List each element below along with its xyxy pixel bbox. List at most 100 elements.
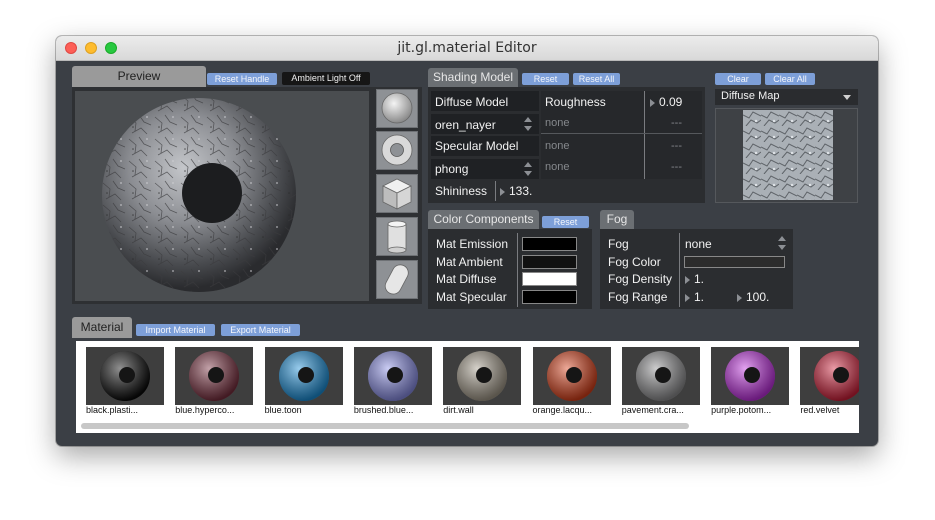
- material-preset-name: dirt.wall: [443, 405, 474, 415]
- mat-emission-swatch[interactable]: [522, 237, 577, 251]
- material-preset-name: blue.toon: [264, 405, 302, 415]
- color-reset-button[interactable]: Reset: [542, 216, 589, 228]
- torus-shape-button[interactable]: [376, 131, 418, 170]
- shininess-label: Shininess: [435, 184, 488, 198]
- param-name: none: [545, 161, 570, 173]
- mat-specular-swatch[interactable]: [522, 290, 577, 304]
- mat-specular-label: Mat Specular: [436, 290, 507, 304]
- torus-icon: [457, 351, 508, 401]
- fog-density-label: Fog Density: [608, 272, 673, 286]
- fog-range-end-number[interactable]: 100.: [737, 290, 769, 304]
- torus-icon: [381, 134, 413, 166]
- material-preset-thumbnail[interactable]: [711, 347, 790, 405]
- mat-diffuse-swatch[interactable]: [522, 272, 577, 286]
- material-preset-name: brushed.blue...: [353, 405, 414, 415]
- window-title: jit.gl.material Editor: [397, 40, 537, 56]
- material-preset-thumbnail[interactable]: [532, 347, 611, 405]
- number-arrow-icon: [685, 275, 690, 284]
- torus-icon: [635, 351, 686, 401]
- fog-stepper-icon[interactable]: [778, 236, 786, 250]
- shading-reset-button[interactable]: Reset: [522, 73, 569, 85]
- shape-selector: [376, 89, 418, 301]
- cube-shape-button[interactable]: [376, 174, 418, 213]
- fog-range-start-number[interactable]: 1.: [685, 290, 704, 304]
- torus-icon: [189, 351, 240, 401]
- material-preset-name: purple.potom...: [711, 405, 772, 415]
- mat-diffuse-label: Mat Diffuse: [436, 272, 497, 286]
- torus-hole: [182, 163, 242, 223]
- mat-ambient-swatch[interactable]: [522, 255, 577, 269]
- tab-preview[interactable]: Preview: [72, 66, 206, 87]
- title-bar: jit.gl.material Editor: [56, 36, 878, 61]
- cylinder-shape-button[interactable]: [376, 217, 418, 256]
- editor-window: jit.gl.material Editor Preview Reset Han…: [56, 36, 878, 446]
- fog-density-number[interactable]: 1.: [685, 272, 704, 286]
- tab-fog[interactable]: Fog: [600, 210, 634, 229]
- mat-emission-label: Mat Emission: [436, 237, 509, 251]
- torus-preview-render: [102, 98, 296, 292]
- import-material-button[interactable]: Import Material: [136, 324, 215, 336]
- specular-model-value: phong: [435, 162, 469, 176]
- torus-icon: [278, 351, 329, 401]
- torus-icon: [100, 351, 150, 401]
- torus-icon: [814, 351, 859, 401]
- fog-label: Fog: [608, 237, 629, 251]
- tab-material[interactable]: Material: [72, 317, 132, 338]
- dropdown-arrow-icon: [843, 95, 851, 100]
- material-preset-name: blue.hyperco...: [175, 405, 235, 415]
- fog-range-label: Fog Range: [608, 290, 668, 304]
- number-arrow-icon: [737, 293, 742, 302]
- mat-ambient-label: Mat Ambient: [436, 255, 503, 269]
- color-components-panel: Mat Emission Mat Ambient Mat Diffuse Mat…: [428, 229, 592, 309]
- param-name: none: [545, 140, 570, 152]
- material-preset-name: orange.lacqu...: [532, 405, 593, 415]
- specular-model-stepper-icon[interactable]: [524, 162, 532, 176]
- preview-panel: [72, 87, 422, 304]
- shininess-number[interactable]: 133.: [500, 184, 532, 198]
- reset-handle-button[interactable]: Reset Handle: [207, 73, 277, 85]
- material-preset-thumbnail[interactable]: [264, 347, 343, 405]
- material-preset-thumbnail[interactable]: [353, 347, 432, 405]
- shading-reset-all-button[interactable]: Reset All: [573, 73, 620, 85]
- texture-clear-all-button[interactable]: Clear All: [765, 73, 815, 85]
- number-arrow-icon: [685, 293, 690, 302]
- texture-clear-button[interactable]: Clear: [715, 73, 761, 85]
- tab-color-components[interactable]: Color Components: [428, 210, 539, 229]
- diffuse-model-stepper-icon[interactable]: [524, 117, 532, 131]
- tab-shading-model[interactable]: Shading Model: [428, 68, 518, 87]
- ambient-light-toggle[interactable]: Ambient Light Off: [282, 72, 370, 85]
- material-preset-thumbnail[interactable]: [86, 347, 164, 405]
- fog-color-label: Fog Color: [608, 255, 661, 269]
- param-name: Roughness: [545, 95, 606, 109]
- texture-preview-box[interactable]: [715, 108, 858, 203]
- param-value[interactable]: 0.09: [650, 95, 682, 109]
- preview-viewport[interactable]: [75, 91, 369, 301]
- shading-model-panel: Diffuse Model oren_nayer Specular Model …: [428, 87, 705, 203]
- param-name: none: [545, 117, 570, 129]
- cube-icon: [382, 178, 412, 210]
- sphere-icon: [381, 92, 413, 124]
- material-preset-thumbnail[interactable]: [800, 347, 859, 405]
- fog-panel: Fog none Fog Color Fog Density 1. Fog Ra…: [600, 229, 793, 309]
- material-preset-thumbnail[interactable]: [175, 347, 254, 405]
- diffuse-model-value: oren_nayer: [435, 118, 496, 132]
- material-preset-name: red.velvet: [800, 405, 840, 415]
- torus-icon: [546, 351, 597, 401]
- material-presets-strip: black.plasti... blue.hyperco... blue.toon b…: [76, 341, 859, 433]
- fog-select[interactable]: none: [685, 237, 712, 251]
- horizontal-scrollbar[interactable]: [81, 423, 689, 429]
- texture-map-select[interactable]: Diffuse Map: [715, 89, 858, 105]
- param-value: ---: [671, 140, 682, 152]
- material-preset-name: black.plasti...: [86, 405, 139, 415]
- sphere-shape-button[interactable]: [376, 89, 418, 128]
- param-value: ---: [671, 117, 682, 129]
- torus-icon: [725, 351, 776, 401]
- export-material-button[interactable]: Export Material: [221, 324, 300, 336]
- number-arrow-icon: [500, 187, 505, 196]
- material-preset-thumbnail[interactable]: [443, 347, 522, 405]
- capsule-shape-button[interactable]: [376, 260, 418, 299]
- fog-color-swatch[interactable]: [684, 256, 785, 268]
- material-preset-name: pavement.cra...: [621, 405, 684, 415]
- material-preset-thumbnail[interactable]: [621, 347, 700, 405]
- cylinder-icon: [387, 220, 407, 254]
